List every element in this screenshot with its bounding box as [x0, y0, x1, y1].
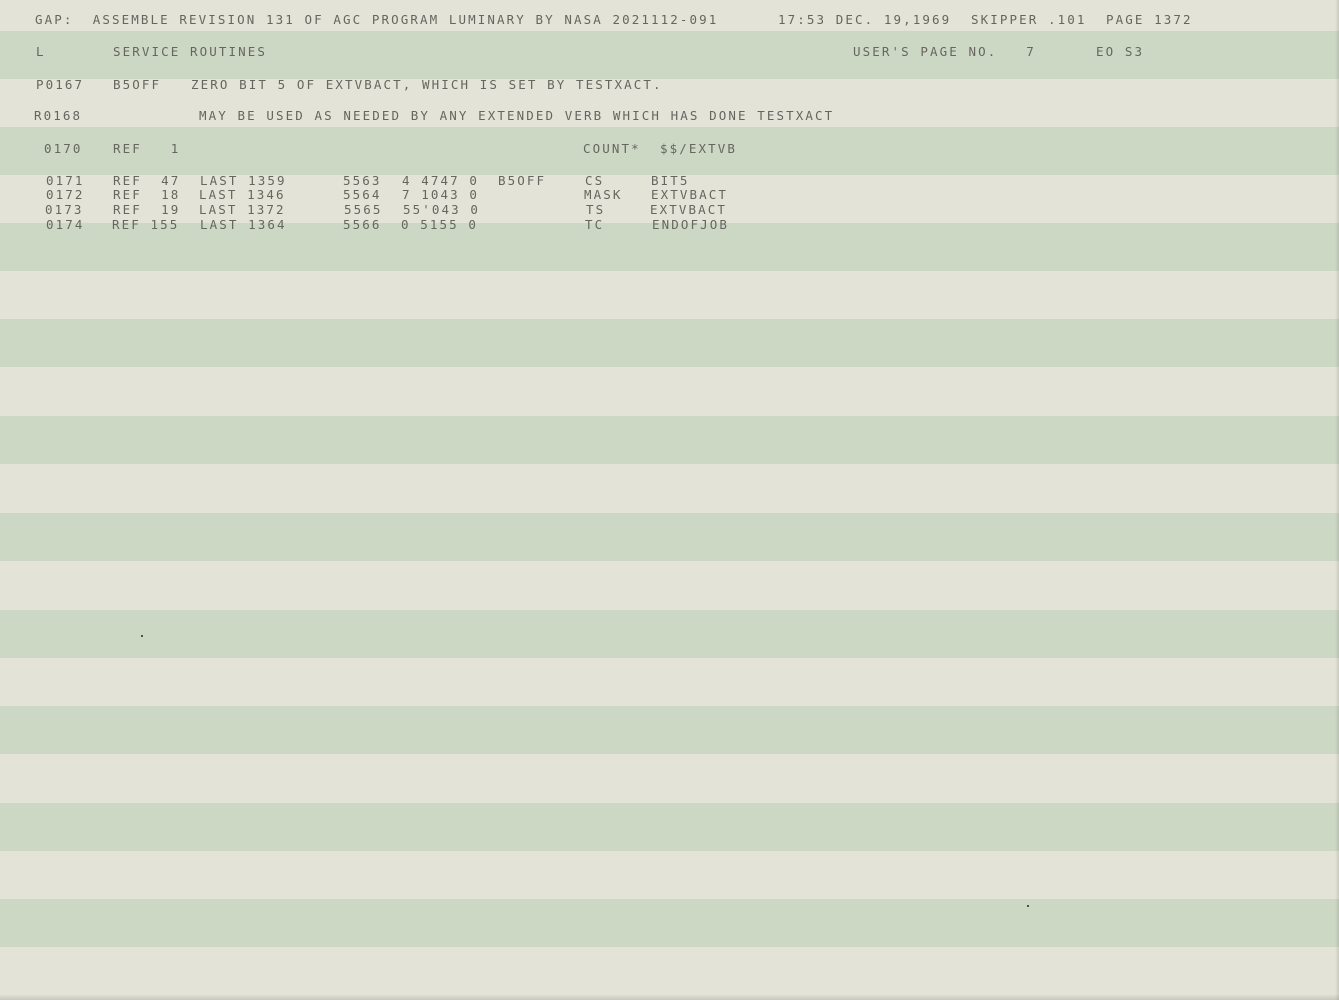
- green-bar: [0, 706, 1339, 754]
- green-bar: [0, 513, 1339, 561]
- listing-last: LAST 1372: [199, 202, 286, 217]
- listing-word: 55'043 0: [403, 202, 481, 217]
- comment-text: ZERO BIT 5 OF EXTVBACT, WHICH IS SET BY …: [191, 77, 663, 92]
- listing-ref: REF 19: [113, 202, 181, 217]
- header-skipper: SKIPPER .101: [971, 12, 1087, 27]
- listing-last: LAST 1346: [199, 187, 286, 202]
- section-title: SERVICE ROUTINES: [113, 44, 268, 59]
- comment-symbol: B5OFF: [113, 77, 162, 92]
- listing-ref: REF 47: [113, 173, 181, 188]
- listing-line-number: 0171: [46, 173, 85, 188]
- green-bar: [0, 416, 1339, 464]
- paper-speck: [1027, 905, 1029, 907]
- listing-address: 5564: [343, 187, 382, 202]
- listing-label: B5OFF: [498, 173, 547, 188]
- listing-ref: REF 155: [112, 217, 180, 232]
- listing-word: 0 5155 0: [401, 217, 479, 232]
- count-line-count: COUNT* $$/EXTVB: [583, 141, 738, 156]
- listing-operand: BIT5: [651, 173, 690, 188]
- comment-id: R0168: [34, 108, 83, 123]
- comment-id: P0167: [36, 77, 85, 92]
- listing-word: 4 4747 0: [402, 173, 480, 188]
- paper-speck: [141, 635, 143, 637]
- listing-last: LAST 1364: [200, 217, 287, 232]
- green-bar: [0, 803, 1339, 851]
- listing-opcode: TC: [585, 217, 605, 232]
- paper-right-edge: [1335, 0, 1339, 1000]
- listing-address: 5566: [343, 217, 382, 232]
- listing-operand: EXTVBACT: [651, 187, 729, 202]
- printout-page: GAP: ASSEMBLE REVISION 131 OF AGC PROGRA…: [0, 0, 1339, 1000]
- listing-last: LAST 1359: [200, 173, 287, 188]
- count-line-id: 0170: [44, 141, 83, 156]
- section-tag: L: [36, 44, 46, 59]
- listing-opcode: TS: [586, 202, 606, 217]
- listing-line-number: 0174: [46, 217, 85, 232]
- paper-bottom-edge: [0, 994, 1339, 1000]
- comment-text: MAY BE USED AS NEEDED BY ANY EXTENDED VE…: [199, 108, 835, 123]
- listing-address: 5565: [344, 202, 383, 217]
- green-bar: [0, 610, 1339, 658]
- listing-opcode: MASK: [584, 187, 623, 202]
- listing-line-number: 0172: [46, 187, 85, 202]
- listing-opcode: CS: [585, 173, 605, 188]
- header-title: GAP: ASSEMBLE REVISION 131 OF AGC PROGRA…: [35, 12, 719, 27]
- header-time: 17:53 DEC. 19,1969: [778, 12, 952, 27]
- listing-line-number: 0173: [45, 202, 84, 217]
- green-bar: [0, 899, 1339, 947]
- header-page: PAGE 1372: [1106, 12, 1193, 27]
- listing-word: 7 1043 0: [402, 187, 480, 202]
- listing-operand: ENDOFJOB: [652, 217, 730, 232]
- listing-operand: EXTVBACT: [650, 202, 728, 217]
- section-code: EO S3: [1096, 44, 1145, 59]
- green-bar: [0, 319, 1339, 367]
- count-line-ref: REF 1: [113, 141, 181, 156]
- users-page-number: USER'S PAGE NO. 7: [853, 44, 1036, 59]
- listing-address: 5563: [343, 173, 382, 188]
- listing-ref: REF 18: [113, 187, 181, 202]
